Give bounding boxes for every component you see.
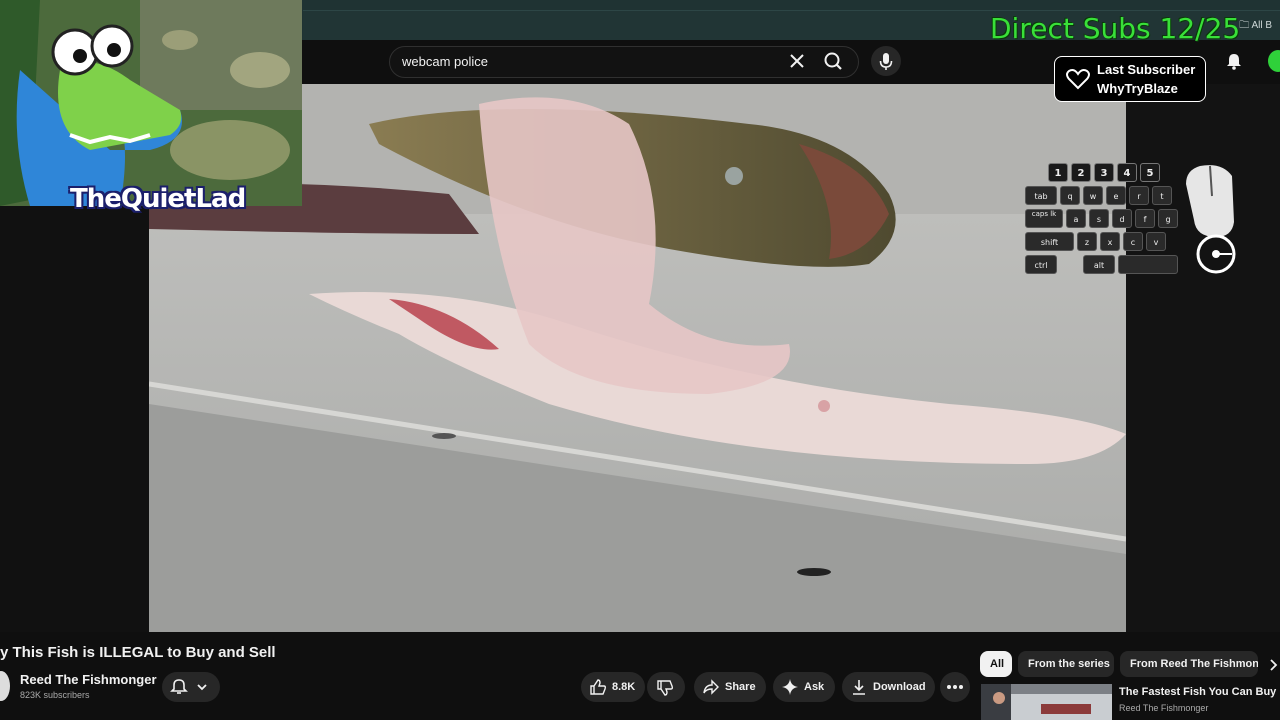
- download-button[interactable]: Download: [842, 672, 935, 702]
- dislike-button[interactable]: [647, 672, 685, 702]
- key-shift: shift: [1025, 232, 1074, 251]
- key-q: q: [1060, 186, 1080, 205]
- thumbs-down-icon: [657, 680, 674, 696]
- key-e: e: [1106, 186, 1126, 205]
- bell-icon: [1227, 54, 1241, 70]
- webcam-overlay: [0, 0, 302, 206]
- key-alt: alt: [1083, 255, 1115, 274]
- key-z: z: [1077, 232, 1097, 251]
- mouse-input-overlay: [1182, 162, 1246, 277]
- recommended-video-title[interactable]: The Fastest Fish You Can Buy: [1119, 686, 1276, 698]
- chip-from-channel[interactable]: From Reed The Fishmonger: [1120, 651, 1258, 677]
- key-w: w: [1083, 186, 1103, 205]
- thumbs-up-icon: [590, 679, 607, 695]
- recommended-video-channel: Reed The Fishmonger: [1119, 703, 1209, 713]
- ask-label: Ask: [804, 681, 825, 693]
- key-caps-lock: caps lk: [1025, 209, 1063, 228]
- key-v: v: [1146, 232, 1166, 251]
- channel-name-link[interactable]: Reed The Fishmonger: [20, 672, 157, 687]
- key-f: f: [1135, 209, 1155, 228]
- ask-button[interactable]: Ask: [773, 672, 835, 702]
- microphone-icon: [879, 53, 893, 70]
- streamer-name-logo: TheQuietLad: [70, 184, 246, 214]
- chevron-down-icon: [197, 684, 207, 691]
- key-1: 1: [1048, 163, 1068, 182]
- chip-all[interactable]: All: [980, 651, 1012, 677]
- search-icon: [824, 52, 842, 70]
- search-button[interactable]: [812, 46, 856, 76]
- subscriber-goal-counter: Direct Subs 12/25: [990, 12, 1241, 45]
- voice-search-button[interactable]: [871, 46, 901, 76]
- last-subscriber-name: WhyTryBlaze: [1097, 81, 1178, 96]
- crocodile-mascot-image: [0, 0, 302, 206]
- folder-icon: 🗀: [1239, 20, 1250, 31]
- share-button[interactable]: Share: [694, 672, 766, 702]
- key-4: 4: [1117, 163, 1137, 182]
- key-a: a: [1066, 209, 1086, 228]
- more-actions-button[interactable]: [940, 672, 970, 702]
- subscriber-count: 823K subscribers: [20, 690, 90, 700]
- like-count: 8.8K: [612, 681, 636, 693]
- key-r: r: [1129, 186, 1149, 205]
- chevron-right-icon: [1270, 659, 1278, 671]
- chips-next-button[interactable]: [1266, 656, 1280, 674]
- all-bookmarks-label: All B: [1251, 20, 1272, 31]
- more-horizontal-icon: [947, 685, 963, 689]
- search-query-text: webcam police: [402, 54, 488, 69]
- video-letterbox-left: [0, 205, 149, 632]
- key-x: x: [1100, 232, 1120, 251]
- key-tab: tab: [1025, 186, 1057, 205]
- download-icon: [853, 680, 865, 695]
- notifications-button[interactable]: [1224, 51, 1244, 71]
- chip-from-the-series[interactable]: From the series: [1018, 651, 1114, 677]
- like-button[interactable]: 8.8K: [581, 672, 645, 702]
- key-5: 5: [1140, 163, 1160, 182]
- video-title: y This Fish is ILLEGAL to Buy and Sell: [0, 644, 276, 661]
- download-label: Download: [873, 681, 926, 693]
- all-bookmarks-link[interactable]: 🗀 All B: [1239, 18, 1272, 35]
- recommended-video-thumbnail[interactable]: [981, 684, 1112, 720]
- key-2: 2: [1071, 163, 1091, 182]
- key-3: 3: [1094, 163, 1114, 182]
- key-s: s: [1089, 209, 1109, 228]
- share-label: Share: [725, 681, 756, 693]
- bell-icon: [170, 679, 188, 694]
- subscribed-notifications-button[interactable]: [162, 672, 220, 702]
- heart-icon: [1066, 69, 1090, 90]
- share-icon: [703, 679, 719, 695]
- key-c: c: [1123, 232, 1143, 251]
- mouse-icon: [1186, 165, 1236, 274]
- last-subscriber-label: Last Subscriber: [1097, 62, 1196, 77]
- sparkle-icon: [782, 679, 798, 695]
- last-subscriber-panel: Last Subscriber WhyTryBlaze: [1054, 56, 1206, 102]
- key-g: g: [1158, 209, 1178, 228]
- clear-search-icon[interactable]: [786, 50, 808, 72]
- key-ctrl: ctrl: [1025, 255, 1057, 274]
- key-d: d: [1112, 209, 1132, 228]
- key-space: [1118, 255, 1178, 274]
- thumbnail-image: [981, 684, 1112, 720]
- key-t: t: [1152, 186, 1172, 205]
